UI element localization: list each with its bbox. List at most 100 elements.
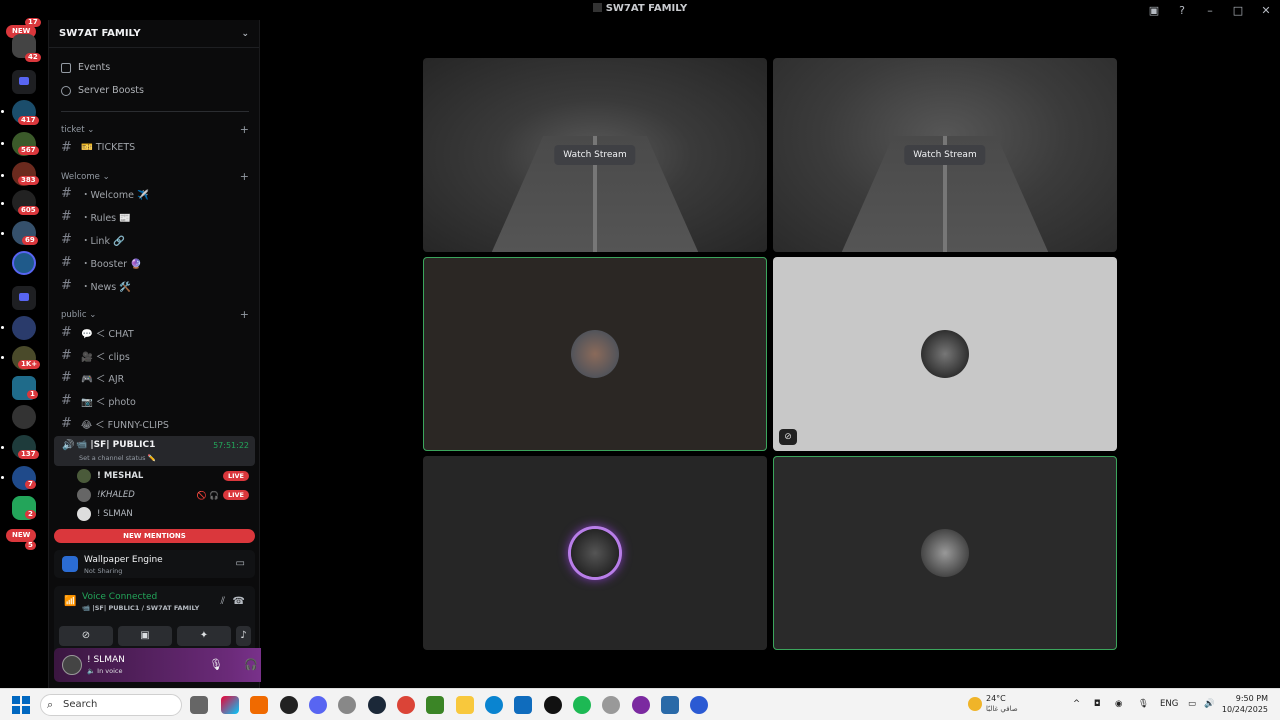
user-name[interactable]: ! SLMAN [87,655,125,665]
stream-tile[interactable]: Watch Stream [773,58,1117,252]
app-icon[interactable] [661,696,679,714]
edge-icon[interactable] [485,696,503,714]
channel-label: 😂 ＜ FUNNY-CLIPS [81,419,169,431]
set-channel-status[interactable]: Set a channel status ✏️ [79,454,156,462]
microphone-icon[interactable]: 🎙 [209,658,223,671]
tray-icon[interactable]: ◉ [1115,699,1122,709]
app-icon[interactable] [280,696,298,714]
app-icon[interactable] [690,696,708,714]
disconnect-icon[interactable]: ☎ [233,596,245,607]
add-channel-icon[interactable]: + [240,123,249,136]
channel-funny-clips[interactable]: # 😂 ＜ FUNNY-CLIPS [61,416,249,431]
tray-icon[interactable]: ◘ [1094,699,1101,709]
hash-icon: # [61,325,72,340]
channel-clips[interactable]: # 🎥 ＜ clips [61,348,249,363]
new-mentions-button[interactable]: NEW MENTIONS [54,529,255,543]
participant-tile[interactable] [423,257,767,451]
voice-user[interactable]: ! MESHAL LIVE [77,468,249,484]
unread-pip [1,232,4,235]
badge: 42 [25,53,41,62]
participant-tile[interactable] [773,456,1117,650]
channel-tickets[interactable]: # 🎫 TICKETS [61,140,249,155]
spotify-icon[interactable] [573,696,591,714]
settings-icon[interactable] [338,696,356,714]
maximize-button[interactable]: □ [1224,4,1252,17]
discord-icon[interactable] [309,696,327,714]
temperature: 24°C [986,694,1006,703]
hash-icon: # [61,140,72,155]
channel-label: 🎫 TICKETS [81,142,136,153]
activity-panel: Wallpaper Engine Not Sharing ▭ [54,550,255,578]
help-icon[interactable]: ? [1168,4,1196,17]
close-button[interactable]: ✕ [1252,4,1280,17]
voice-user[interactable]: !KHALED 🚫 🎧 LIVE [77,487,249,503]
inbox-icon[interactable]: ▣ [1140,4,1168,17]
share-screen-button[interactable]: ▣ [118,626,172,646]
headphones-icon[interactable]: 🎧 [244,658,258,671]
avatar[interactable] [62,655,82,675]
clock[interactable]: 9:50 PM 10/24/2025 [1222,693,1268,715]
language-indicator[interactable]: ENG [1160,699,1178,709]
activity-status: Not Sharing [84,567,123,575]
category-ticket[interactable]: ticket ⌄ + [61,123,249,136]
folder-icon[interactable] [12,286,36,310]
voice-user[interactable]: ! SLMAN [77,506,249,522]
store-icon[interactable] [514,696,532,714]
channel-chat[interactable]: # 💬 ＜ CHAT [61,325,249,340]
copilot-icon[interactable] [221,696,239,714]
watch-stream-button[interactable]: Watch Stream [554,145,636,165]
add-channel-icon[interactable]: + [240,170,249,183]
voice-connected-label[interactable]: Voice Connected [82,592,157,602]
task-view-icon[interactable] [190,696,208,714]
soundboard-button[interactable]: ♪ [236,626,251,646]
channel-photo[interactable]: # 📷 ＜ photo [61,393,249,408]
guild-header[interactable]: SW7AT FAMILY ⌄ [49,20,259,48]
menu-events[interactable]: Events [61,62,110,73]
app-icon[interactable] [632,696,650,714]
file-explorer-icon[interactable] [456,696,474,714]
minimize-button[interactable]: – [1196,4,1224,17]
windows-start-icon[interactable] [12,696,30,714]
chevron-up-icon[interactable]: ^ [1073,699,1080,709]
avatar [77,469,91,483]
noise-suppression-icon[interactable]: ⫽ [221,596,225,607]
channel-link[interactable]: # ・Link 🔗 [61,232,249,247]
microphone-icon[interactable]: 🎙 [1138,699,1149,709]
volume-icon[interactable]: 🔊 [1204,699,1215,709]
voice-channel-active[interactable]: 🔊 📹 |SF| PUBLIC1 57:51:22 Set a channel … [54,436,255,466]
channel-news[interactable]: # ・News 🛠️ [61,278,249,293]
participant-tile[interactable] [423,456,767,650]
window-controls: ▣ ? – □ ✕ [1140,0,1280,20]
add-channel-icon[interactable]: + [240,308,249,321]
gear-icon[interactable] [602,696,620,714]
category-welcome[interactable]: Welcome ⌄ + [61,170,249,183]
minecraft-icon[interactable] [426,696,444,714]
watch-stream-button[interactable]: Watch Stream [904,145,986,165]
channel-welcome[interactable]: # ・Welcome ✈️ [61,186,249,201]
participant-tile[interactable]: ⊘ [773,257,1117,451]
screen-share-icon[interactable]: ▭ [236,558,245,569]
channel-rules[interactable]: # ・Rules 📰 [61,209,249,224]
chrome-icon[interactable] [397,696,415,714]
network-icon[interactable]: ▭ [1188,699,1196,709]
voice-channel-path[interactable]: 📹 |SF| PUBLIC1 / SW7AT FAMILY [82,604,199,612]
badge: 417 [18,116,39,125]
channel-ajr[interactable]: # 🎮 ＜ AJR [61,370,249,385]
app-icon[interactable] [544,696,562,714]
channel-label: ・Rules 📰 [81,212,131,224]
stream-tile[interactable]: Watch Stream [423,58,767,252]
server-icon[interactable] [12,405,36,429]
activities-button[interactable]: ✦ [177,626,231,646]
voice-channel-timer: 57:51:22 [213,441,249,450]
taskbar-search[interactable]: ⌕ Search [40,694,182,716]
category-public[interactable]: public ⌄ + [61,308,249,321]
camera-toggle-button[interactable]: ⊘ [59,626,113,646]
weather-condition: صافي غالبًا [986,705,1018,713]
server-icon[interactable] [12,316,36,340]
app-icon[interactable] [250,696,268,714]
channel-booster[interactable]: # ・Booster 🔮 [61,255,249,270]
server-icon-selected[interactable] [12,251,36,275]
steam-icon[interactable] [368,696,386,714]
menu-server-boosts[interactable]: Server Boosts [61,85,144,96]
folder-icon[interactable] [12,70,36,94]
